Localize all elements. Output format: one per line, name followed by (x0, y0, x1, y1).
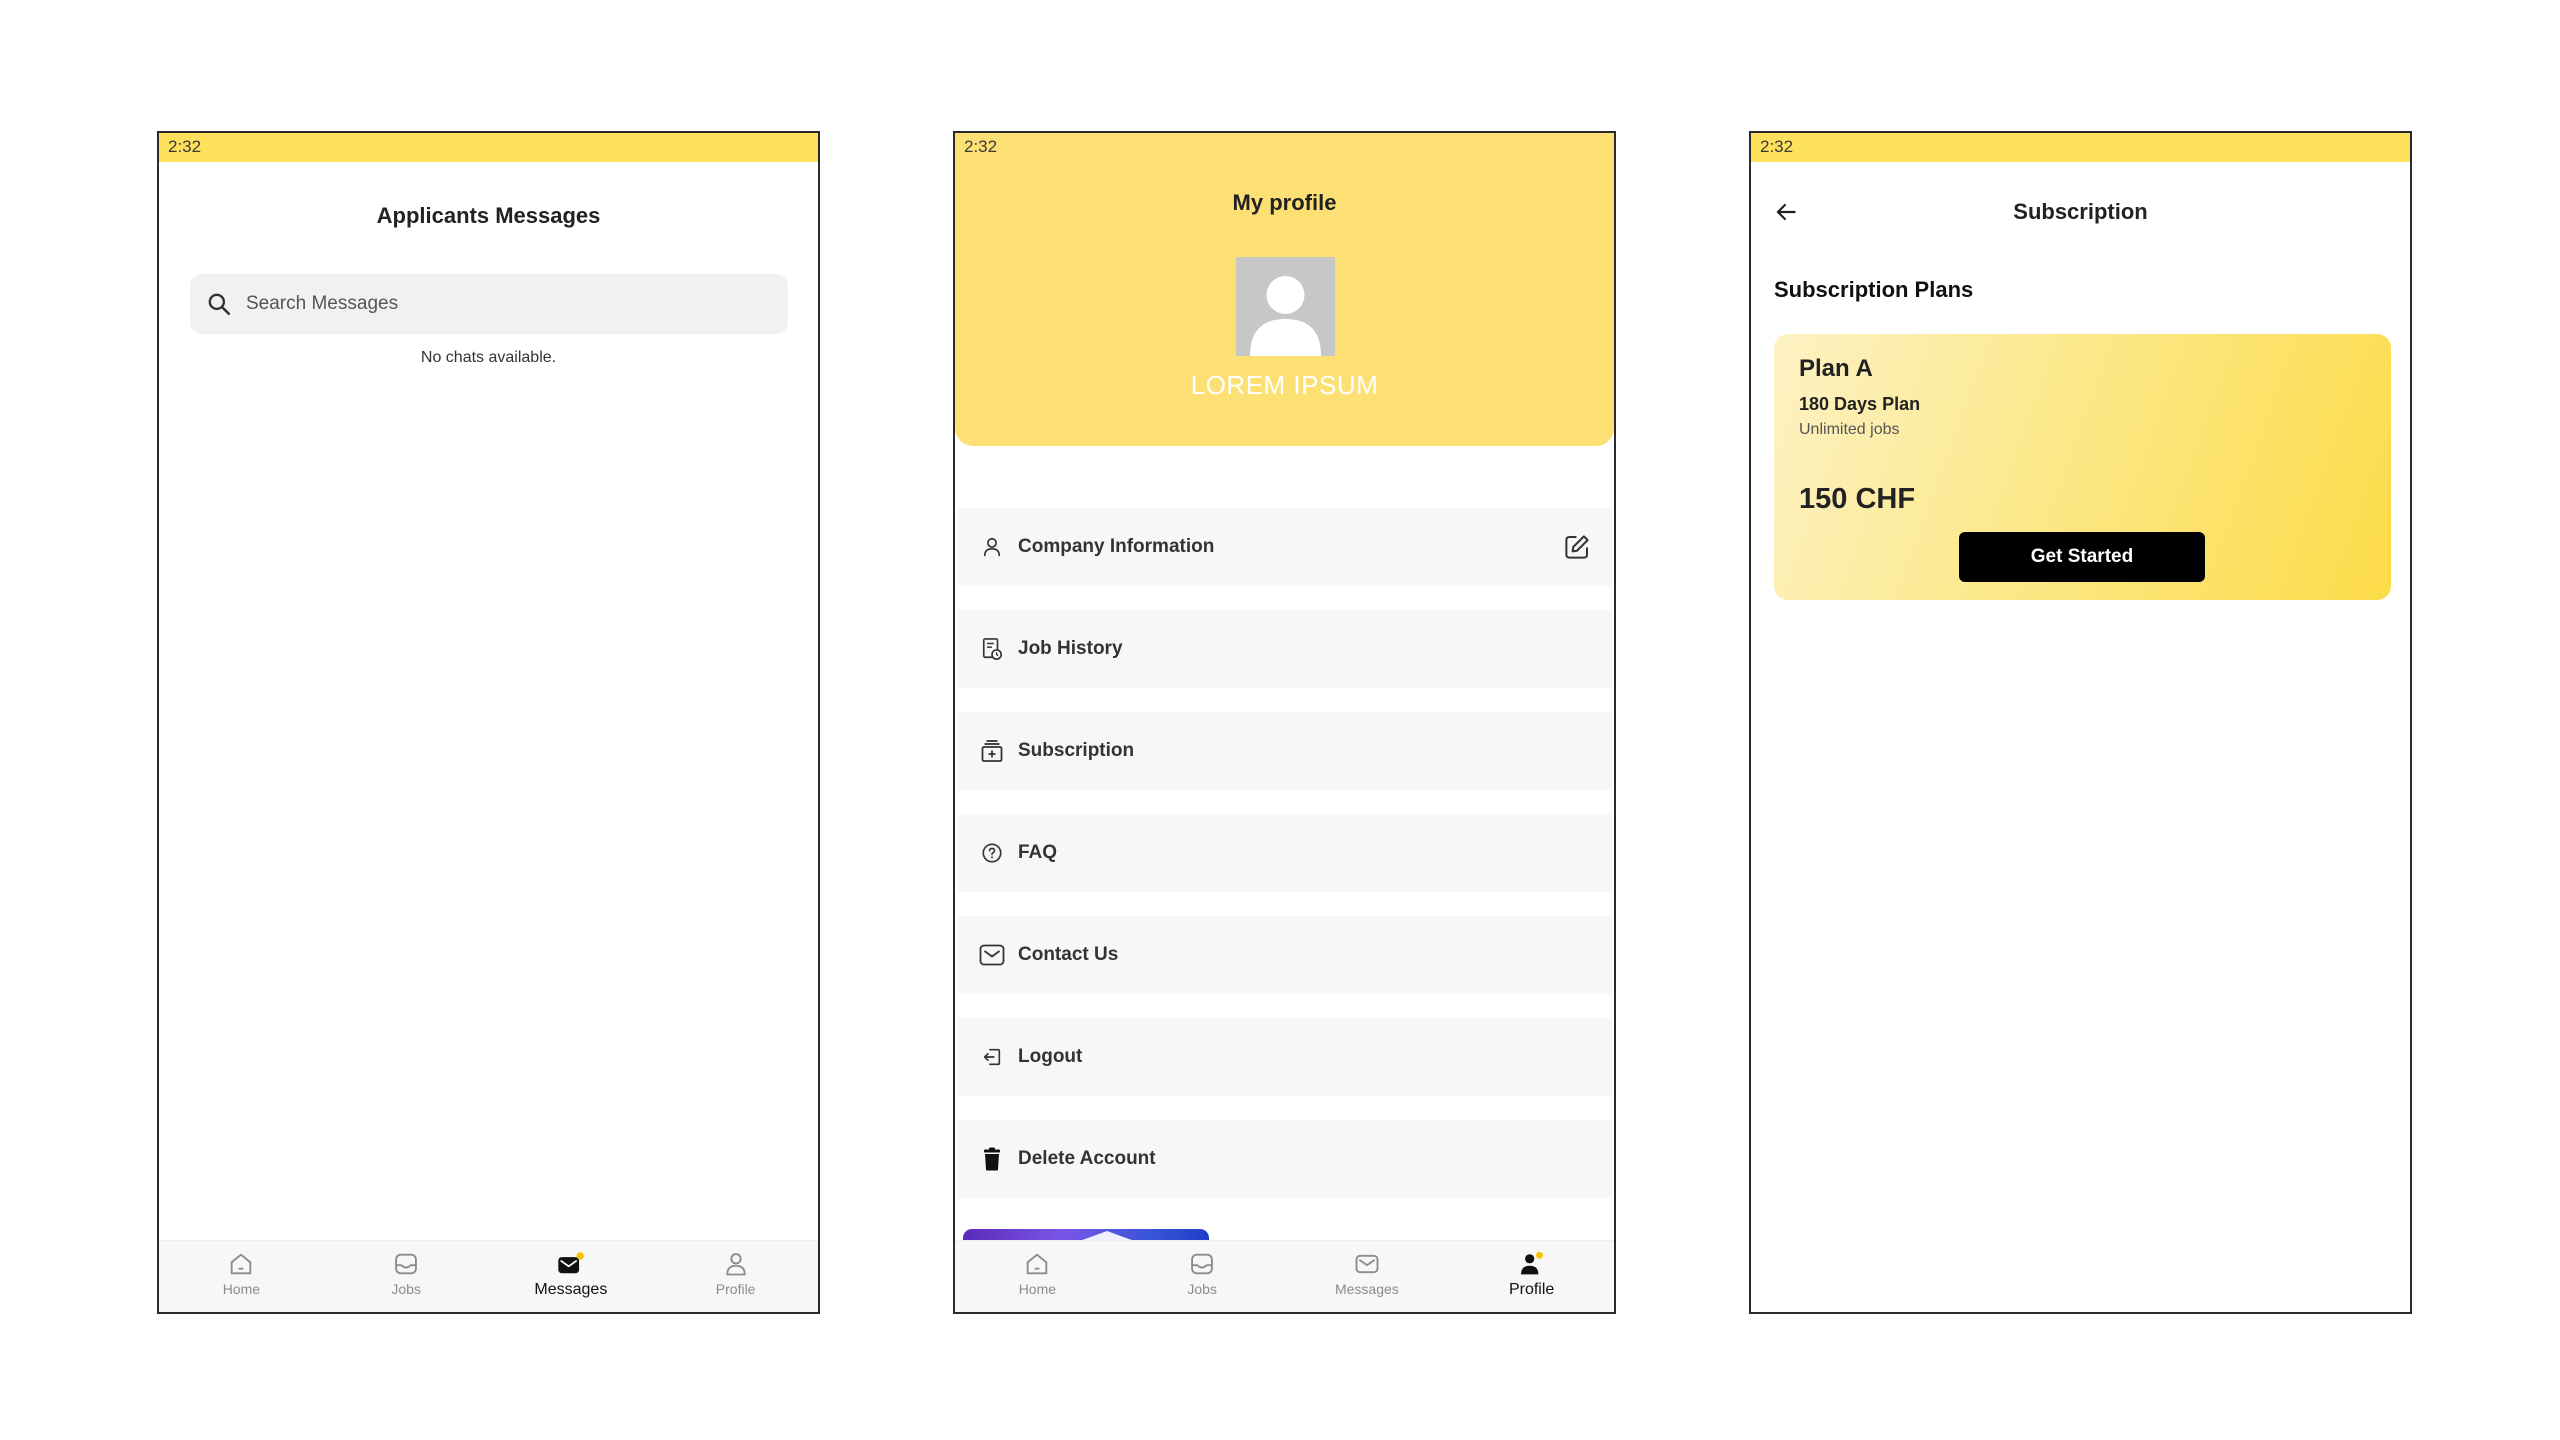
page-title: My profile (1232, 190, 1337, 215)
get-started-button[interactable]: Get Started (1959, 532, 2205, 582)
subscription-screen: 2:32 Subscription Subscription Plans Pla… (1749, 131, 2412, 1314)
profile-icon (722, 1249, 750, 1279)
nav-messages-label: Messages (1334, 1281, 1399, 1297)
home-icon (1023, 1249, 1051, 1279)
menu-label: FAQ (1018, 842, 1058, 863)
menu-delete-account[interactable]: Delete Account (958, 1120, 1612, 1198)
page-title: Applicants Messages (376, 203, 601, 228)
jobs-icon (1188, 1249, 1216, 1279)
status-bar-time: 2:32 (1751, 133, 2410, 162)
plan-card: Plan A 180 Days Plan Unlimited jobs 150 … (1774, 334, 2391, 600)
plan-price: 150 CHF (1799, 483, 1916, 515)
status-bar-time: 2:32 (159, 133, 818, 162)
nav-profile-label: Profile (1508, 1281, 1555, 1298)
profile-screen: 2:32 My profile LOREM IPSUM Company Info… (953, 131, 1616, 1314)
menu-label: Contact Us (1018, 944, 1119, 965)
nav-home[interactable]: Home (159, 1241, 324, 1312)
home-icon (227, 1249, 255, 1279)
menu-label: Job History (1018, 638, 1123, 659)
menu-job-history[interactable]: Job History (958, 610, 1612, 688)
menu-subscription[interactable]: Subscription (958, 712, 1612, 790)
search-bar[interactable] (190, 274, 788, 334)
messages-icon (556, 1249, 586, 1279)
trash-icon (978, 1147, 1006, 1171)
section-title: Subscription Plans (1774, 277, 1974, 302)
jobs-icon (392, 1249, 420, 1279)
plan-duration: 180 Days Plan (1799, 394, 1921, 414)
menu-logout[interactable]: Logout (958, 1018, 1612, 1096)
nav-home[interactable]: Home (955, 1241, 1120, 1312)
search-icon (208, 293, 231, 316)
edit-icon[interactable] (1562, 532, 1592, 567)
profile-name: LOREM IPSUM (1190, 370, 1379, 400)
nav-messages-label: Messages (534, 1281, 608, 1298)
back-arrow-icon[interactable] (1773, 199, 1799, 230)
empty-state-text: No chats available. (420, 349, 557, 366)
menu-company-information[interactable]: Company Information (958, 508, 1612, 586)
job-history-icon (978, 637, 1006, 661)
plan-description: Unlimited jobs (1799, 421, 1900, 438)
profile-icon (1517, 1249, 1547, 1279)
search-input[interactable] (246, 293, 746, 315)
nav-jobs[interactable]: Jobs (1120, 1241, 1285, 1312)
messages-screen: 2:32 Applicants Messages No chats availa… (157, 131, 820, 1314)
help-circle-icon (978, 842, 1006, 864)
logout-icon (978, 1046, 1006, 1068)
nav-profile[interactable]: Profile (1449, 1241, 1614, 1312)
profile-header: 2:32 My profile LOREM IPSUM (955, 133, 1614, 446)
nav-messages[interactable]: Messages (489, 1241, 654, 1312)
nav-home-label: Home (222, 1281, 261, 1297)
nav-jobs-label: Jobs (391, 1281, 421, 1297)
menu-contact-us[interactable]: Contact Us (958, 916, 1612, 994)
page-title: Subscription (2013, 199, 2148, 224)
bottom-nav: Home Jobs Messages Profile (955, 1240, 1614, 1312)
nav-profile[interactable]: Profile (653, 1241, 818, 1312)
nav-home-label: Home (1018, 1281, 1057, 1297)
menu-label: Company Information (1018, 536, 1215, 557)
menu-faq[interactable]: FAQ (958, 814, 1612, 892)
messages-icon (1353, 1249, 1381, 1279)
menu-label: Logout (1018, 1046, 1083, 1067)
app-header: Subscription (1751, 193, 2410, 233)
mail-icon (978, 944, 1006, 966)
bottom-nav: Home Jobs Messages Profile (159, 1240, 818, 1312)
person-icon (978, 536, 1006, 558)
menu-label: Delete Account (1018, 1148, 1156, 1169)
avatar[interactable] (1236, 257, 1335, 356)
menu-label: Subscription (1018, 740, 1135, 761)
nav-jobs-label: Jobs (1187, 1281, 1217, 1297)
plan-name: Plan A (1799, 355, 1873, 382)
nav-messages[interactable]: Messages (1285, 1241, 1450, 1312)
nav-jobs[interactable]: Jobs (324, 1241, 489, 1312)
avatar-placeholder-icon (1250, 276, 1321, 356)
subscription-icon (978, 739, 1006, 763)
nav-profile-label: Profile (715, 1281, 756, 1297)
status-bar-time: 2:32 (964, 137, 998, 156)
